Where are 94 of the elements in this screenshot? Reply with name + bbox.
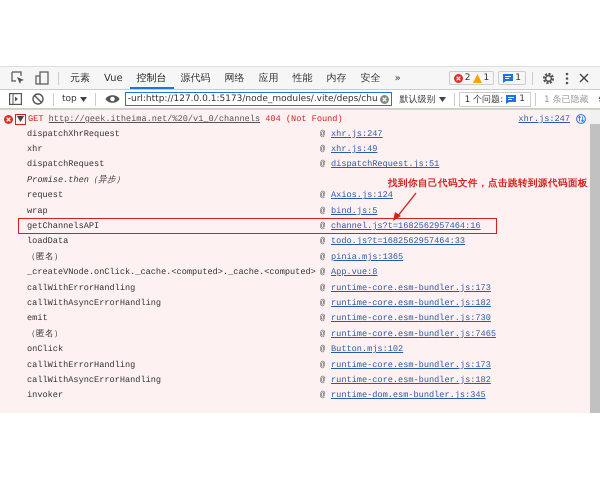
context-dropdown[interactable]: top [58,94,91,104]
at-sign: @ [320,374,326,385]
function-name: _createVNode.onClick._cache.<computed>._cache.<computed> [27,267,317,278]
annotation-arrow [392,192,418,222]
tab[interactable]: 应用 [252,68,286,88]
function-name: Promise.then（异步） [27,174,126,186]
at-sign: @ [320,221,326,232]
tab[interactable]: 源代码 [174,68,218,88]
source-link[interactable]: runtime-core.esm-bundler.js:7465 [331,328,496,339]
at-sign: @ [320,328,326,339]
function-name: wrap [27,206,49,216]
filter-field[interactable]: -url:http://127.0.0.1:5173/node_modules/.vite/deps/chu [124,92,392,106]
error-message: GET http://geek.itheima.net/%20/v1_0/channels 404 (Not Found) [28,114,343,124]
at-sign: @ [320,144,326,154]
issue-counts[interactable]: 2 1 [448,71,494,85]
scrollbar-thumb[interactable] [590,124,600,413]
source-link[interactable]: dispatchRequest.js:51 [331,159,440,170]
function-name: callWithErrorHandling [27,282,136,293]
function-name: getChannelsAPI [27,221,100,232]
source-link[interactable]: todo.js?t=1682562957464:33 [331,236,466,246]
source-link[interactable]: Axios.js:124 [331,190,393,200]
source-link[interactable]: runtime-core.esm-bundler.js:182 [331,374,491,385]
settings-icon[interactable] [542,72,555,84]
at-sign: @ [320,360,326,370]
at-sign: @ [320,298,326,308]
function-name: onClick [27,344,64,354]
source-link[interactable]: App.vue:8 [331,267,378,278]
function-name: loadData [27,236,70,246]
function-name: callWithAsyncErrorHandling [27,374,162,385]
function-name: dispatchRequest [27,159,106,170]
function-name: callWithAsyncErrorHandling [27,298,162,308]
message-counts[interactable]: 1 [498,71,526,85]
at-sign: @ [320,252,326,262]
caret-icon [80,96,87,102]
error-icon [4,114,13,124]
clear-icon[interactable] [32,93,44,105]
close-icon[interactable] [579,73,589,83]
error-count: 2 [464,73,471,83]
source-link[interactable]: pinia.mjs:1365 [331,252,404,262]
at-sign: @ [320,390,326,400]
function-name: （匿名） [27,250,64,263]
at-sign: @ [320,282,326,293]
tab[interactable]: 性能 [286,68,320,88]
message-icon [503,74,514,82]
clear-field-icon[interactable] [380,94,389,104]
at-sign: @ [320,267,326,278]
at-sign: @ [320,159,326,170]
at-sign: @ [320,236,326,246]
tab[interactable]: 安全 [354,68,388,88]
level-dropdown[interactable]: 默认级别 [396,92,450,106]
at-sign: @ [320,190,326,200]
function-name: xhr [27,144,44,154]
inspect-icon[interactable] [11,71,25,85]
source-link[interactable]: xhr.js:49 [331,144,378,154]
source-link[interactable]: runtime-dom.esm-bundler.js:345 [331,390,486,400]
at-sign: @ [320,206,326,216]
source-link[interactable]: bind.js:5 [331,206,378,216]
at-sign: @ [320,313,326,324]
source-link[interactable]: runtime-core.esm-bundler.js:730 [331,313,491,324]
function-name: request [27,190,64,200]
caret-icon [438,96,446,102]
source-link[interactable]: Button.mjs:102 [331,344,404,354]
warning-icon [472,74,482,82]
at-sign: @ [320,344,326,354]
function-name: invoker [27,390,64,400]
tab[interactable]: 内存 [320,68,354,88]
function-name: callWithErrorHandling [27,360,136,370]
source-link[interactable]: xhr.js:247 [331,128,383,139]
at-sign: @ [320,128,326,139]
tab[interactable]: 网络 [218,68,252,88]
error-icon [454,74,463,82]
message-count: 1 [515,73,521,83]
function-name: dispatchXhrRequest [27,128,121,139]
issues-button[interactable]: 1 个问题: 1 [458,92,532,106]
message-icon [506,94,516,104]
tab[interactable]: 元素 [63,68,97,88]
source-link[interactable]: runtime-core.esm-bundler.js:173 [331,282,491,293]
source-link[interactable]: channel.js?t=1682562957464:16 [331,221,481,232]
eye-icon[interactable] [104,94,120,104]
tab[interactable]: » [388,68,408,88]
source-link[interactable]: runtime-core.esm-bundler.js:173 [331,360,491,370]
device-icon[interactable] [35,71,49,85]
sidebar-icon[interactable] [9,93,22,105]
more-icon[interactable] [565,72,569,84]
source-link[interactable]: xhr.js:247 [518,114,570,124]
function-name: （匿名） [27,328,64,340]
annotation-text: 找到你自己代码文件，点击跳转到源代码面板 [388,177,588,190]
warning-count: 1 [484,73,490,83]
expand-toggle[interactable] [15,114,26,124]
network-icon[interactable] [576,114,586,124]
hidden-count: 1 条已隐藏 [543,94,590,106]
source-link[interactable]: runtime-core.esm-bundler.js:182 [331,298,491,308]
tab[interactable]: Vue [97,68,130,88]
function-name: emit [27,313,49,324]
